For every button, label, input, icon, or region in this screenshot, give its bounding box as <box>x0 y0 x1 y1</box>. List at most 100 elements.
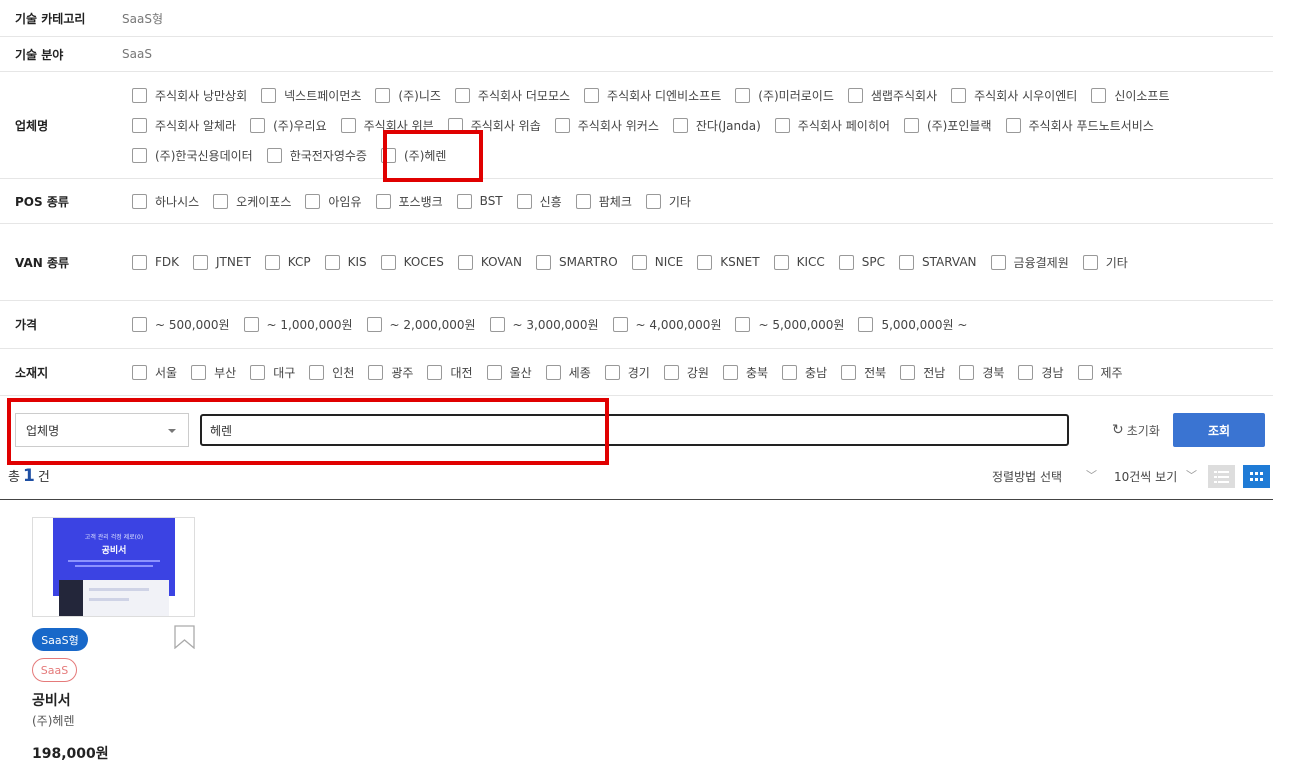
location-option[interactable]: 부산 <box>191 362 236 382</box>
location-option[interactable]: 강원 <box>663 362 709 382</box>
price-option[interactable]: ~ 2,000,000원 <box>366 315 476 335</box>
company-option[interactable]: 주식회사 푸드노트서비스 <box>1005 115 1154 135</box>
location-option[interactable]: 충남 <box>782 362 827 382</box>
van-option[interactable]: KICC <box>773 252 825 272</box>
price-option[interactable]: ~ 500,000원 <box>132 315 230 335</box>
pos-option[interactable]: 팜체크 <box>575 191 632 211</box>
pos-option[interactable]: 오케이포스 <box>213 191 291 211</box>
checkbox[interactable] <box>697 254 713 270</box>
checkbox[interactable] <box>990 254 1006 270</box>
list-view-button[interactable] <box>1208 465 1235 488</box>
price-option[interactable]: ~ 4,000,000원 <box>612 315 721 335</box>
company-option[interactable]: (주)헤렌 <box>380 145 446 165</box>
company-option[interactable]: 잔다(Janda) <box>672 115 761 135</box>
location-option[interactable]: 세종 <box>545 362 591 382</box>
company-option[interactable]: (주)우리요 <box>250 115 327 135</box>
pos-option[interactable]: 하나시스 <box>132 191 199 211</box>
price-option[interactable]: ~ 1,000,000원 <box>243 315 353 335</box>
checkbox[interactable] <box>447 117 463 133</box>
checkbox[interactable] <box>132 193 147 209</box>
checkbox[interactable] <box>380 147 396 163</box>
pos-option[interactable]: 포스뱅크 <box>375 191 443 211</box>
company-option[interactable]: 주식회사 시우이엔티 <box>951 85 1077 105</box>
van-option[interactable]: KIS <box>324 252 367 272</box>
company-option[interactable]: 샘랩주식회사 <box>847 85 937 105</box>
checkbox[interactable] <box>1091 87 1107 103</box>
checkbox[interactable] <box>132 364 147 380</box>
checkbox[interactable] <box>903 117 919 133</box>
checkbox[interactable] <box>368 364 384 380</box>
company-option[interactable]: (주)한국신용데이터 <box>132 145 253 165</box>
search-field-select[interactable]: 업체명 <box>15 413 189 447</box>
checkbox[interactable] <box>266 147 282 163</box>
checkbox[interactable] <box>457 254 473 270</box>
location-option[interactable]: 서울 <box>132 362 177 382</box>
checkbox[interactable] <box>261 87 277 103</box>
van-option[interactable]: KSNET <box>697 252 760 272</box>
van-option[interactable]: KOVAN <box>457 252 522 272</box>
pos-option[interactable]: 기타 <box>645 191 691 211</box>
checkbox[interactable] <box>456 193 472 209</box>
checkbox[interactable] <box>545 364 561 380</box>
checkbox[interactable] <box>489 317 505 332</box>
bookmark-icon[interactable] <box>174 625 195 649</box>
company-option[interactable]: 주식회사 낭만상회 <box>132 85 247 105</box>
checkbox[interactable] <box>535 254 551 270</box>
checkbox[interactable] <box>663 364 679 380</box>
van-option[interactable]: SMARTRO <box>535 252 618 272</box>
location-option[interactable]: 인천 <box>309 362 354 382</box>
location-option[interactable]: 대구 <box>250 362 295 382</box>
checkbox[interactable] <box>1018 364 1034 380</box>
checkbox[interactable] <box>584 87 600 103</box>
checkbox[interactable] <box>250 364 266 380</box>
company-option[interactable]: 주식회사 디엔비소프트 <box>584 85 721 105</box>
checkbox[interactable] <box>250 117 266 133</box>
van-option[interactable]: 금융결제원 <box>990 252 1069 272</box>
company-option[interactable]: (주)포인블랙 <box>903 115 992 135</box>
price-option[interactable]: ~ 5,000,000원 <box>735 315 844 335</box>
pos-option[interactable]: 신흥 <box>516 191 562 211</box>
company-option[interactable]: 주식회사 더모모스 <box>454 85 570 105</box>
checkbox[interactable] <box>132 317 147 332</box>
checkbox[interactable] <box>575 193 591 209</box>
company-option[interactable]: 주식회사 위솝 <box>447 115 541 135</box>
company-option[interactable]: (주)니즈 <box>375 85 441 105</box>
sort-select[interactable]: 정렬방법 선택 <box>992 468 1062 485</box>
location-option[interactable]: 광주 <box>368 362 413 382</box>
checkbox[interactable] <box>722 364 738 380</box>
checkbox[interactable] <box>735 87 751 103</box>
checkbox[interactable] <box>324 254 340 270</box>
reset-button[interactable]: ↻ 초기화 <box>1112 413 1160 447</box>
checkbox[interactable] <box>340 117 356 133</box>
van-option[interactable]: JTNET <box>193 252 251 272</box>
checkbox[interactable] <box>366 317 382 332</box>
location-option[interactable]: 경남 <box>1018 362 1064 382</box>
checkbox[interactable] <box>243 317 259 332</box>
checkbox[interactable] <box>1005 117 1021 133</box>
company-option[interactable]: 넥스트페이먼츠 <box>261 85 361 105</box>
search-input[interactable] <box>200 414 1069 446</box>
checkbox[interactable] <box>1082 254 1098 270</box>
checkbox[interactable] <box>847 87 863 103</box>
pos-option[interactable]: BST <box>456 191 503 211</box>
location-option[interactable]: 전남 <box>900 362 945 382</box>
location-option[interactable]: 경북 <box>959 362 1004 382</box>
pos-option[interactable]: 아임유 <box>305 191 362 211</box>
van-option[interactable]: NICE <box>631 252 683 272</box>
checkbox[interactable] <box>773 254 789 270</box>
checkbox[interactable] <box>858 317 874 332</box>
grid-view-button[interactable] <box>1243 465 1270 488</box>
checkbox[interactable] <box>1077 364 1093 380</box>
price-option[interactable]: ~ 3,000,000원 <box>489 315 599 335</box>
checkbox[interactable] <box>838 254 854 270</box>
checkbox[interactable] <box>645 193 661 209</box>
checkbox[interactable] <box>959 364 975 380</box>
company-option[interactable]: 신이소프트 <box>1091 85 1170 105</box>
checkbox[interactable] <box>841 364 857 380</box>
checkbox[interactable] <box>375 193 391 209</box>
checkbox[interactable] <box>309 364 325 380</box>
checkbox[interactable] <box>899 254 914 270</box>
company-option[interactable]: 주식회사 위븐 <box>340 115 434 135</box>
checkbox[interactable] <box>454 87 470 103</box>
company-option[interactable]: 주식회사 페이히어 <box>774 115 890 135</box>
